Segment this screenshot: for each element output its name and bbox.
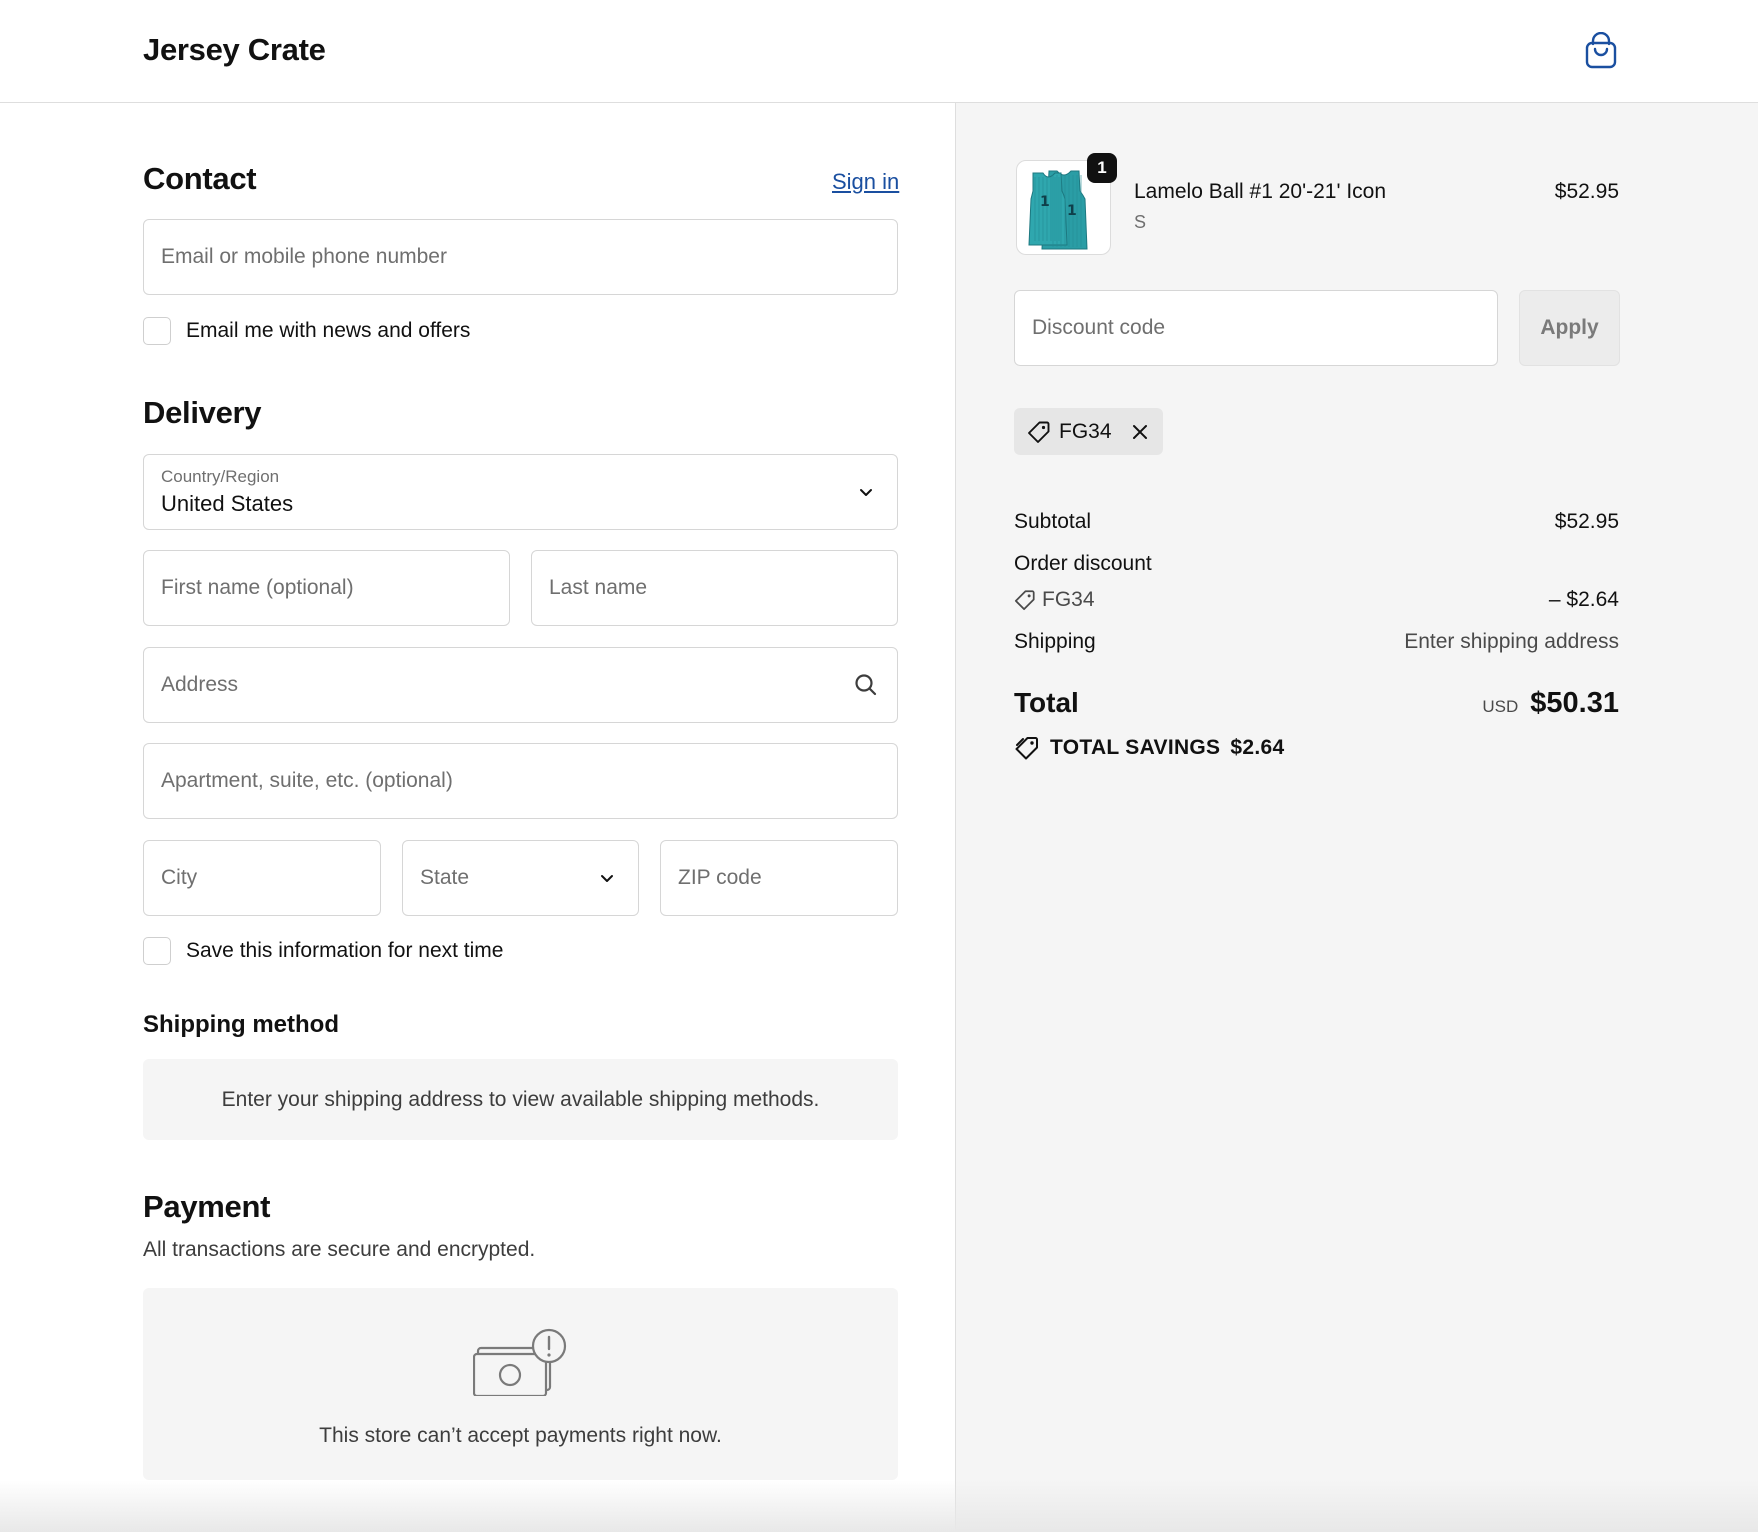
svg-text:1: 1 [1040,194,1050,210]
state-placeholder: State [420,866,470,889]
discount-code-field[interactable]: Discount code [1014,290,1498,366]
svg-text:1: 1 [1067,203,1077,219]
chevron-down-icon [601,875,613,882]
sign-in-link[interactable]: Sign in [832,169,899,195]
first-name-placeholder: First name (optional) [161,576,354,599]
email-field[interactable]: Email or mobile phone number [143,219,898,295]
country-label: Country/Region [161,467,280,486]
savings-value: $2.64 [1230,736,1285,759]
discount-code-text: FG34 [1042,588,1095,611]
email-placeholder: Email or mobile phone number [161,245,447,268]
checkout-form: Contact Sign in Email or mobile phone nu… [0,103,955,1532]
city-placeholder: City [161,866,198,889]
savings-label: TOTAL SAVINGS [1050,736,1221,759]
apply-discount-button[interactable]: Apply [1519,290,1620,366]
product-variant: S [1134,212,1147,232]
country-value: United States [161,491,294,516]
payment-warning-icon [473,1328,567,1396]
save-info-checkbox[interactable] [143,937,171,965]
apartment-placeholder: Apartment, suite, etc. (optional) [161,769,453,792]
last-name-field[interactable]: Last name [531,550,898,626]
last-name-placeholder: Last name [549,576,648,599]
subtotal-value: $52.95 [1554,510,1619,533]
zip-field[interactable]: ZIP code [660,840,898,916]
apartment-field[interactable]: Apartment, suite, etc. (optional) [143,743,898,819]
discount-code-row: FG34 [1014,588,1095,612]
tag-icon [1014,590,1035,611]
shipping-method-notice: Enter your shipping address to view avai… [143,1059,898,1140]
chevron-down-icon [860,489,872,496]
subtotal-label: Subtotal [1014,510,1092,533]
order-summary: 1 1 1 Lamelo Ball #1 20'-21' Icon S $52.… [955,103,1758,1532]
save-info-label: Save this information for next time [186,939,504,962]
savings-tag-icon [1015,737,1038,760]
payment-heading: Payment [143,1189,271,1224]
total-value: $50.31 [1530,687,1619,719]
checkout-header: Jersey Crate [0,0,1758,103]
tag-icon [1028,421,1050,443]
shipping-method-heading: Shipping method [143,1011,339,1038]
city-field[interactable]: City [143,840,381,916]
product-price: $52.95 [1554,180,1619,203]
shipping-method-message: Enter your shipping address to view avai… [221,1087,820,1111]
address-field[interactable]: Address [143,647,898,723]
order-discount-label: Order discount [1014,552,1152,575]
payment-subtitle: All transactions are secure and encrypte… [143,1238,536,1261]
first-name-field[interactable]: First name (optional) [143,550,510,626]
contact-heading: Contact [143,161,257,196]
close-icon[interactable] [1130,422,1150,442]
total-currency: USD [1482,697,1519,716]
discount-value: – $2.64 [1548,588,1619,611]
save-info-row[interactable]: Save this information for next time [143,937,503,965]
total-amount: USD $50.31 [1482,687,1619,720]
applied-discount-chip: FG34 [1014,408,1163,455]
newsletter-row[interactable]: Email me with news and offers [143,317,470,345]
product-name: Lamelo Ball #1 20'-21' Icon [1134,180,1387,203]
address-placeholder: Address [161,673,239,696]
country-select[interactable]: Country/Region United States [143,454,898,530]
total-label: Total [1014,687,1079,718]
applied-discount-code: FG34 [1059,419,1112,443]
payment-message: This store can’t accept payments right n… [319,1424,722,1447]
total-savings: TOTAL SAVINGS $2.64 [1014,735,1284,761]
zip-placeholder: ZIP code [678,866,762,889]
delivery-heading: Delivery [143,395,262,430]
quantity-badge: 1 [1087,153,1117,183]
state-select[interactable]: State [402,840,639,916]
discount-code-placeholder: Discount code [1032,316,1166,339]
newsletter-label: Email me with news and offers [186,319,471,342]
payment-unavailable-box: This store can’t accept payments right n… [143,1288,898,1480]
shipping-label: Shipping [1014,630,1096,653]
shopping-bag-icon[interactable] [1584,31,1618,70]
search-icon[interactable] [853,672,879,698]
store-brand[interactable]: Jersey Crate [143,32,326,68]
newsletter-checkbox[interactable] [143,317,171,345]
shipping-value: Enter shipping address [1404,630,1619,653]
